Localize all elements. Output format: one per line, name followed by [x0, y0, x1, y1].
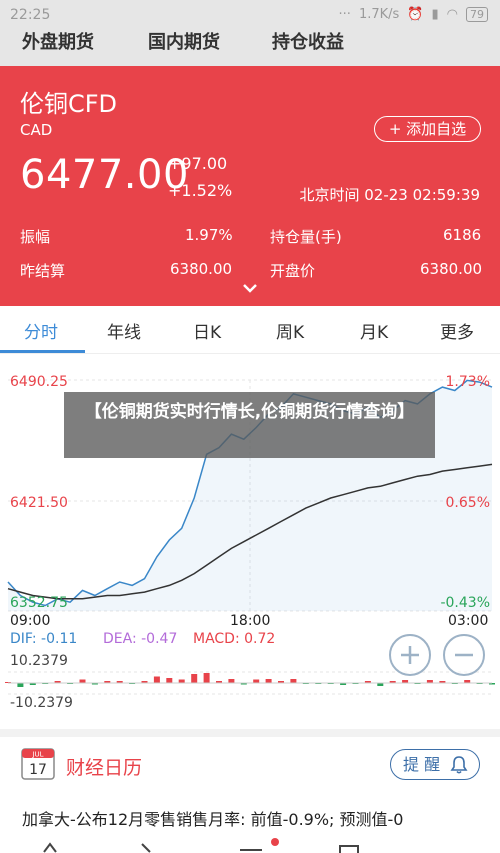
bell-icon [450, 756, 468, 774]
calendar-news-item[interactable]: 加拿大-公布12月零售销售月率: 前值-0.9%; 预测值-0 [22, 806, 492, 830]
calendar-title[interactable]: 财经日历 [66, 753, 142, 780]
minus-icon [455, 653, 473, 657]
stat-value: 1.97% [185, 226, 233, 244]
notification-dot-icon [271, 838, 279, 846]
status-time: 22:25 [10, 7, 51, 23]
stat-label: 振幅 [20, 228, 51, 246]
macd-panel [5, 673, 495, 687]
macd-bar [79, 679, 86, 683]
macd-bar [265, 679, 272, 683]
y-axis-mid-label: 6421.50 [10, 495, 68, 511]
tab-foreign-futures[interactable]: 外盘期货 [22, 30, 94, 54]
price-change-pct: +1.52% [168, 181, 233, 200]
system-nav-bar [0, 828, 500, 853]
x-axis-label: 18:00 [230, 613, 271, 629]
tab-more[interactable]: 更多 [440, 318, 474, 343]
tab-monthly-k[interactable]: 月K [360, 318, 388, 343]
tab-yearly[interactable]: 年线 [107, 318, 141, 343]
pct-axis-bottom-label: -0.43% [440, 595, 490, 611]
chevron-down-icon[interactable] [242, 282, 258, 294]
calendar-day: 17 [29, 762, 47, 778]
apps-icon[interactable] [339, 845, 359, 853]
battery-icon: 79 [466, 7, 488, 22]
tab-weekly-k[interactable]: 周K [276, 318, 304, 343]
net-speed: 1.7K/s [358, 7, 400, 22]
macd-value-label: MACD: 0.72 [193, 631, 276, 647]
zoom-out-button[interactable] [443, 634, 485, 676]
remind-label: 提 醒 [403, 755, 441, 774]
tab-intraday[interactable]: 分时 [24, 318, 58, 343]
section-divider [0, 729, 500, 737]
back-icon[interactable] [43, 842, 57, 853]
add-watchlist-button[interactable]: + 添加自选 [374, 116, 481, 142]
status-bar: 22:25 ··· 1.7K/s ⏰ ▮ ◠ 79 [0, 0, 500, 30]
calendar-month: JUL [31, 751, 43, 759]
status-icons: ··· 1.7K/s ⏰ ▮ ◠ 79 [339, 7, 488, 22]
x-axis-label: 09:00 [10, 613, 51, 629]
article-title-overlay: 【伦铜期货实时行情长,伦铜期货行情查询】 [64, 392, 435, 458]
macd-dea-label: DEA: -0.47 [103, 631, 178, 647]
instrument-name: 伦铜CFD [20, 90, 118, 118]
stat-value: 6186 [443, 226, 482, 244]
stat-label: 昨结算 [20, 262, 66, 280]
macd-bar [17, 683, 24, 687]
stat-value: 6380.00 [170, 260, 233, 278]
macd-bar [166, 678, 173, 683]
y-axis-bottom-label: 6352.75 [10, 595, 68, 611]
macd-bar [178, 679, 185, 683]
currency-label: CAD [20, 121, 53, 139]
pct-axis-top-label: 1.73% [445, 374, 490, 390]
stat-label: 持仓量(手) [270, 228, 342, 246]
alarm-icon: ⏰ [407, 7, 424, 22]
price-change: +97.00 [168, 154, 228, 173]
tab-position-profit[interactable]: 持仓收益 [272, 30, 344, 54]
macd-bar [203, 673, 210, 683]
more-icon: ··· [338, 7, 351, 22]
pct-axis-mid-label: 0.65% [445, 495, 490, 511]
signal-icon: ▮ [431, 7, 439, 22]
wifi-icon: ◠ [446, 7, 458, 22]
quote-time: 北京时间 02-23 02:59:39 [299, 186, 481, 204]
home-icon[interactable] [141, 843, 151, 853]
macd-bar [253, 679, 260, 683]
macd-axis-top-label: 10.2379 [10, 653, 68, 669]
stat-value: 6380.00 [420, 260, 483, 278]
macd-bar [153, 676, 160, 683]
remind-button[interactable]: 提 醒 [390, 749, 480, 780]
tab-daily-k[interactable]: 日K [193, 318, 221, 343]
macd-bar [290, 679, 297, 683]
stat-label: 开盘价 [270, 262, 316, 280]
current-price: 6477.00 [20, 152, 189, 198]
x-axis-label: 03:00 [448, 613, 489, 629]
zoom-in-button[interactable] [389, 634, 431, 676]
calendar-icon: JUL 17 [21, 748, 55, 780]
macd-axis-bottom-label: -10.2379 [10, 695, 73, 711]
tab-domestic-futures[interactable]: 国内期货 [148, 30, 220, 54]
nav-icons [43, 838, 359, 853]
category-tabs: 外盘期货 国内期货 持仓收益 [0, 30, 500, 66]
period-tabs: 分时 年线 日K 周K 月K 更多 [0, 306, 500, 354]
quote-header: 伦铜CFD CAD + 添加自选 6477.00 +97.00 +1.52% 北… [0, 66, 500, 306]
active-tab-indicator [0, 350, 85, 353]
plus-icon [401, 646, 419, 664]
macd-dif-label: DIF: -0.11 [10, 631, 78, 647]
macd-bar [191, 674, 198, 683]
y-axis-top-label: 6490.25 [10, 374, 68, 390]
macd-bar [228, 679, 235, 683]
